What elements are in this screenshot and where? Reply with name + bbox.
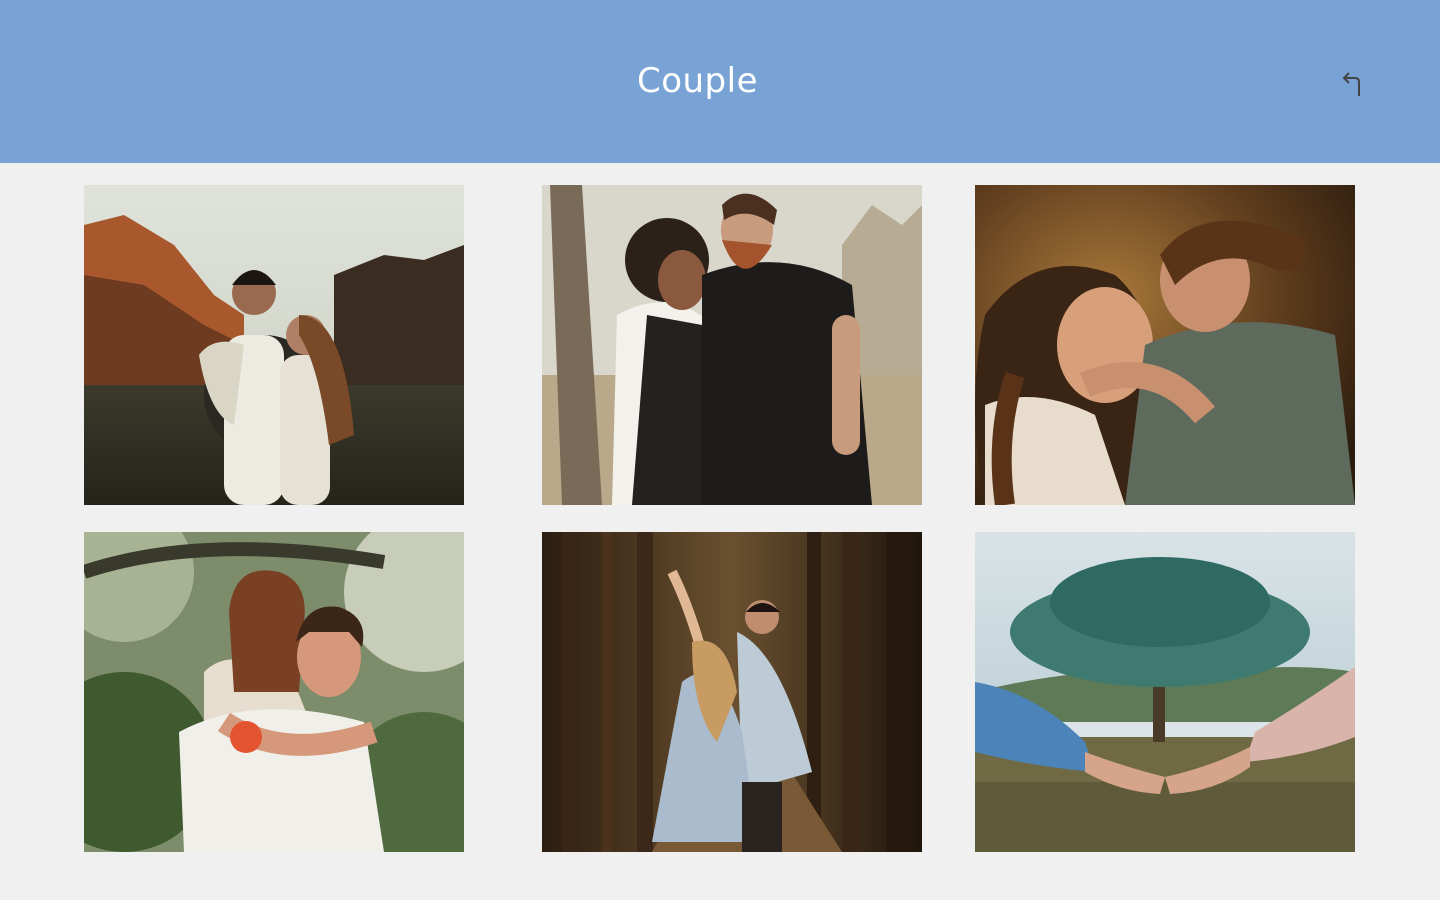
gallery-photo[interactable] <box>975 185 1355 505</box>
gallery-photo[interactable] <box>84 185 464 505</box>
gallery-photo[interactable] <box>975 532 1355 852</box>
photo-couple-dancing-forest <box>542 532 922 852</box>
back-button[interactable] <box>1332 64 1372 104</box>
photo-couple-kiss-sunset <box>975 185 1355 505</box>
gallery-photo[interactable] <box>542 532 922 852</box>
photo-couple-piggyback <box>84 532 464 852</box>
gallery-photo[interactable] <box>84 532 464 852</box>
app-header: Couple <box>0 0 1440 163</box>
photo-couple-forehead-kiss <box>542 185 922 505</box>
gallery-photo[interactable] <box>542 185 922 505</box>
page-title: Couple <box>636 61 759 101</box>
back-arrow-icon <box>1342 72 1360 96</box>
photo-holding-hands-tree <box>975 532 1355 852</box>
photo-couple-in-canyon <box>84 185 464 505</box>
